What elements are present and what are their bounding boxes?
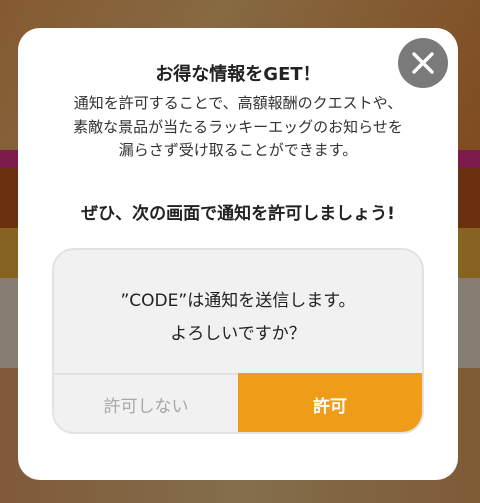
deny-button[interactable]: 許可しない: [54, 375, 238, 432]
permission-alert-preview: ”CODE”は通知を送信します。 よろしいですか？ 許可しない 許可: [52, 248, 424, 434]
alert-message: ”CODE”は通知を送信します。: [120, 291, 356, 311]
dialog-cta: ぜひ、次の画面で通知を許可しましょう!: [81, 204, 395, 224]
dialog-description: 通知を許可することで、高額報酬のクエストや、 素敵な景品が当たるラッキーエッグの…: [18, 92, 458, 163]
description-line: 漏らさず受け取ることができます。: [118, 141, 358, 159]
dialog-title: お得な情報をGET！: [155, 64, 321, 85]
allow-button[interactable]: 許可: [238, 373, 422, 432]
description-line: 通知を許可することで、高額報酬のクエストや、: [73, 94, 403, 112]
alert-actions: 許可しない 許可: [54, 373, 422, 432]
description-line: 素敵な景品が当たるラッキーエッグのお知らせを: [73, 117, 403, 136]
alert-question: よろしいですか？: [170, 324, 306, 344]
